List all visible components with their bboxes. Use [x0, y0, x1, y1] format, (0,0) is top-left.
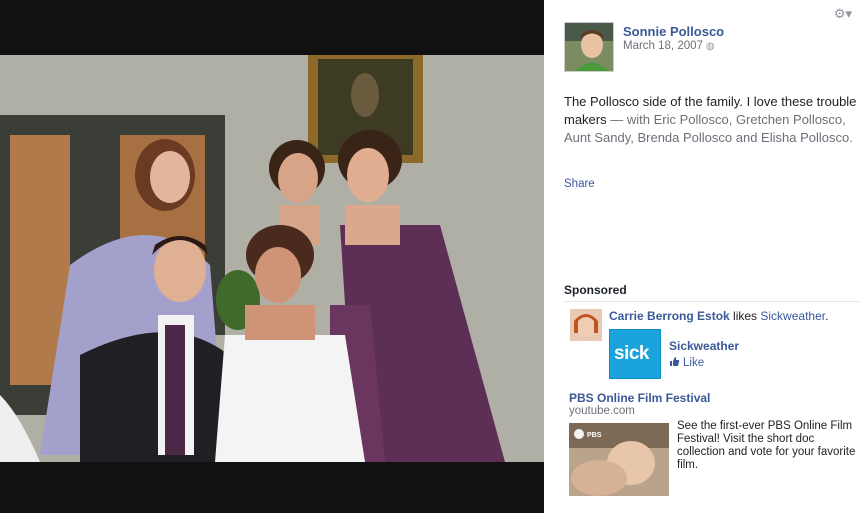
tagged-people[interactable]: — with Eric Pollosco, Gretchen Pollosco,…	[564, 112, 853, 145]
social-context: Carrie Berrong Estok likes Sickweather.	[609, 309, 829, 323]
post-date-text[interactable]: March 18, 2007	[623, 40, 703, 52]
post-caption: The Pollosco side of the family. I love …	[564, 93, 860, 147]
share-link[interactable]: Share	[564, 178, 595, 190]
liker-avatar[interactable]	[570, 309, 602, 341]
like-label[interactable]: Like	[683, 357, 704, 369]
gear-icon[interactable]: ⚙▾	[834, 6, 852, 22]
ad-body: See the first-ever PBS Online Film Festi…	[677, 420, 856, 471]
thumbs-up-icon	[670, 357, 680, 366]
sponsored-page-name[interactable]: Sickweather	[669, 339, 739, 353]
like-page-button[interactable]: Like	[669, 356, 704, 369]
avatar[interactable]	[564, 22, 614, 72]
sickweather-logo[interactable]: sick	[609, 329, 661, 379]
divider	[564, 301, 860, 302]
ad-thumbnail[interactable]: PBS	[569, 423, 669, 496]
logo-text: sick	[614, 343, 649, 364]
author-name[interactable]: Sonnie Pollosco	[623, 24, 724, 39]
ad-url[interactable]: youtube.com	[569, 405, 635, 417]
pbs-logo-text: PBS	[587, 432, 602, 439]
liker-name[interactable]: Carrie Berrong Estok	[609, 309, 730, 323]
post-sidebar: ⚙▾ Sonnie Pollosco March 18, 2007 ◍ The P…	[544, 0, 860, 513]
globe-icon: ◍	[705, 41, 715, 52]
sponsored-heading: Sponsored	[564, 283, 627, 297]
wedding-photo[interactable]	[0, 55, 544, 462]
likes-text: likes	[729, 309, 761, 323]
ad-title[interactable]: PBS Online Film Festival	[569, 391, 710, 405]
post-date[interactable]: March 18, 2007 ◍	[623, 40, 715, 52]
liked-page-link[interactable]: Sickweather	[760, 309, 825, 323]
photo-viewer	[0, 0, 544, 513]
